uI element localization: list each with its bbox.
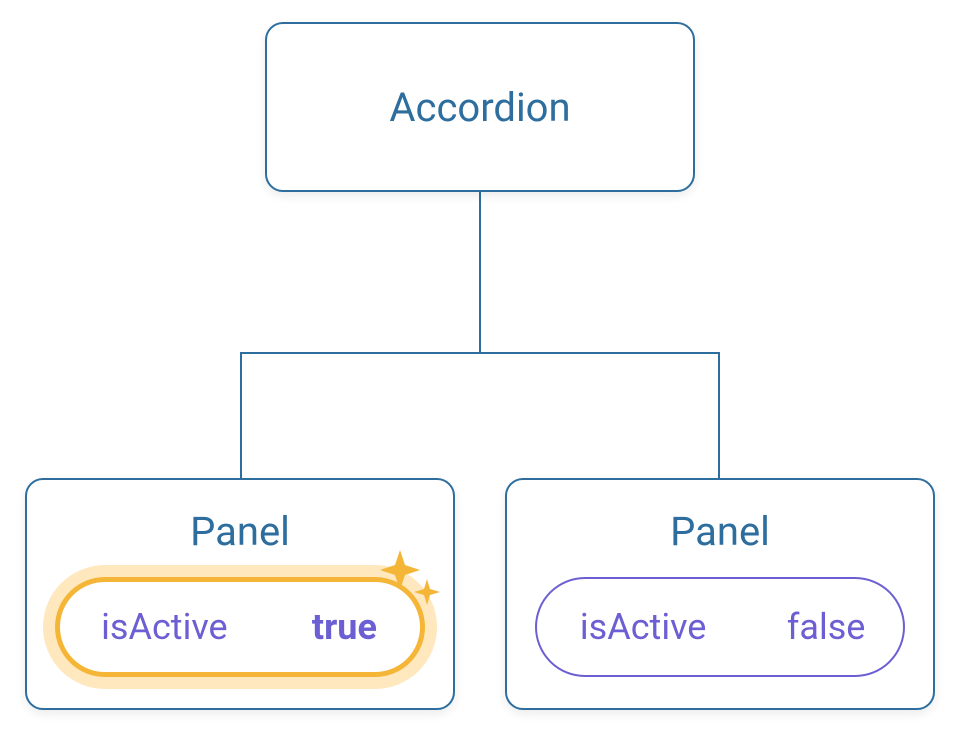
- connector-line: [479, 192, 481, 352]
- node-panel-label: Panel: [190, 508, 290, 555]
- node-panel-label: Panel: [670, 508, 770, 555]
- connector-line: [240, 352, 242, 478]
- state-pill-active: isActive true: [55, 577, 425, 677]
- state-pill-idle: isActive false: [535, 577, 905, 677]
- node-panel-right: Panel isActive false: [505, 478, 935, 710]
- sparkle-icon: [375, 545, 445, 615]
- state-key: isActive: [537, 579, 749, 675]
- component-tree-diagram: Accordion Panel isActive true Panel isAc…: [0, 0, 960, 734]
- node-panel-left: Panel isActive true: [25, 478, 455, 710]
- node-root-label: Accordion: [389, 84, 570, 131]
- connector-line: [240, 352, 720, 354]
- state-value: false: [749, 579, 903, 675]
- state-key: isActive: [60, 582, 269, 672]
- connector-line: [718, 352, 720, 478]
- node-root: Accordion: [265, 22, 695, 192]
